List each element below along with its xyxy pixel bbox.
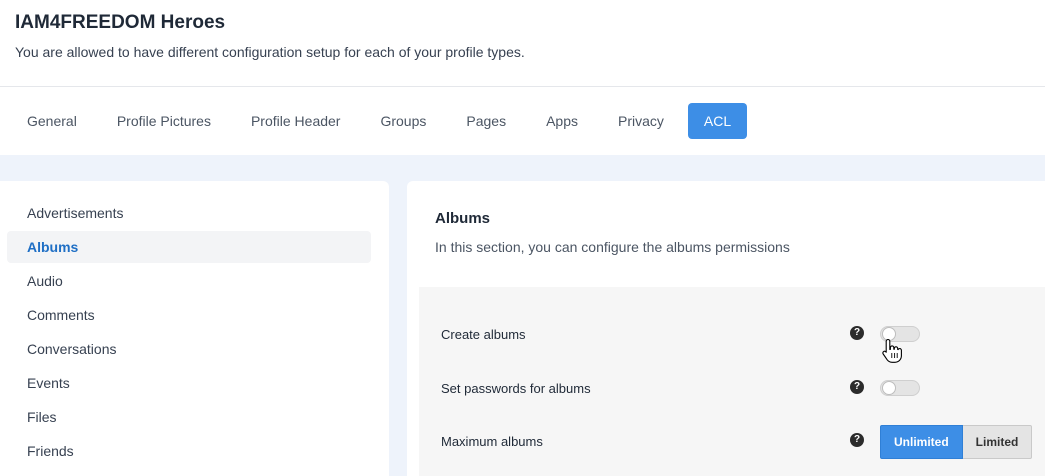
set-passwords-toggle[interactable] [880, 380, 920, 396]
tab-apps[interactable]: Apps [530, 103, 594, 139]
tab-general[interactable]: General [11, 103, 93, 139]
sidebar-item-audio[interactable]: Audio [7, 265, 371, 297]
section-description: In this section, you can configure the a… [435, 239, 790, 255]
acl-sidebar: Advertisements Albums Audio Comments Con… [0, 181, 389, 476]
tab-profile-header[interactable]: Profile Header [235, 103, 357, 139]
toggle-knob [882, 381, 896, 395]
tab-pages[interactable]: Pages [450, 103, 522, 139]
create-albums-label: Create albums [441, 327, 526, 342]
hand-pointer-icon [882, 338, 902, 363]
maximum-albums-label: Maximum albums [441, 434, 543, 449]
albums-section: Albums In this section, you can configur… [407, 181, 1045, 476]
set-passwords-label: Set passwords for albums [441, 381, 591, 396]
tab-bar: General Profile Pictures Profile Header … [11, 103, 755, 139]
page-subtitle: You are allowed to have different config… [15, 44, 525, 60]
help-icon[interactable]: ? [850, 380, 864, 394]
sidebar-item-comments[interactable]: Comments [7, 299, 371, 331]
help-icon[interactable]: ? [850, 326, 864, 340]
tab-profile-pictures[interactable]: Profile Pictures [101, 103, 227, 139]
page-title: IAM4FREEDOM Heroes [15, 12, 226, 33]
section-title: Albums [435, 210, 491, 227]
page-header: IAM4FREEDOM Heroes You are allowed to ha… [0, 0, 1045, 155]
sidebar-item-conversations[interactable]: Conversations [7, 333, 371, 365]
tab-acl[interactable]: ACL [687, 103, 748, 139]
sidebar-item-albums[interactable]: Albums [7, 231, 371, 263]
settings-panel: Create albums ? Set passwords for albums… [419, 287, 1045, 476]
unlimited-button[interactable]: Unlimited [880, 425, 963, 459]
sidebar-item-events[interactable]: Events [7, 367, 371, 399]
help-icon[interactable]: ? [850, 433, 864, 447]
sidebar-item-files[interactable]: Files [7, 401, 371, 433]
tab-groups[interactable]: Groups [364, 103, 442, 139]
limited-button[interactable]: Limited [962, 425, 1033, 459]
sidebar-item-friends[interactable]: Friends [7, 435, 371, 467]
header-divider [0, 86, 1045, 87]
tab-privacy[interactable]: Privacy [602, 103, 680, 139]
sidebar-item-advertisements[interactable]: Advertisements [7, 197, 371, 229]
maximum-albums-selector: Unlimited Limited [880, 425, 1033, 459]
